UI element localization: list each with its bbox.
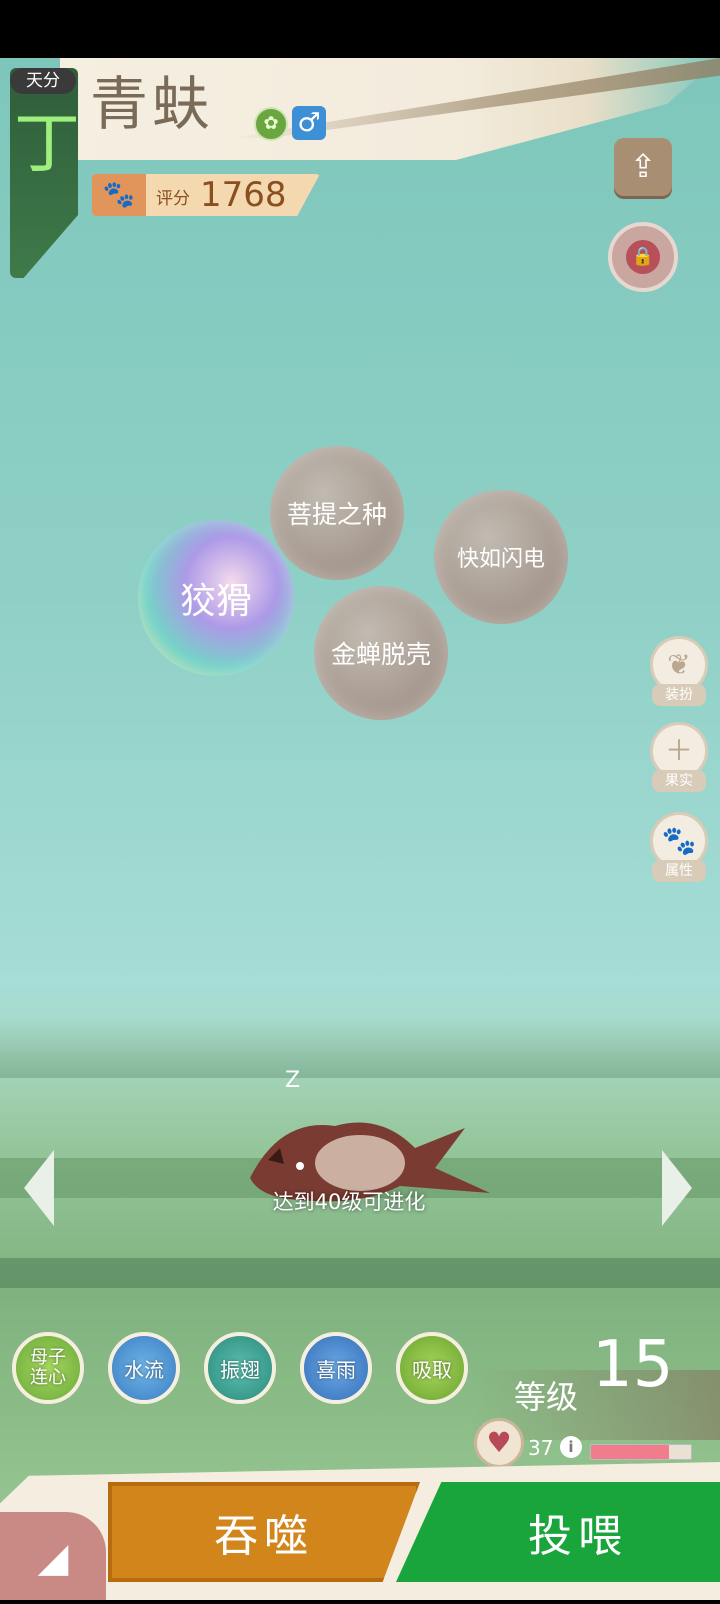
skill-label: 振翅 — [220, 1357, 260, 1382]
side-label: 装扮 — [652, 684, 706, 706]
next-pet-arrow[interactable] — [662, 1150, 692, 1226]
skill-label: 喜雨 — [316, 1357, 356, 1382]
skill-button[interactable]: 母子连心 — [12, 1332, 84, 1404]
pet-name: 青蚨 — [90, 70, 215, 138]
sleep-mark: Z — [285, 1068, 301, 1093]
share-button[interactable]: ⇪ — [614, 138, 672, 196]
heart-icon: ♥ — [474, 1418, 524, 1468]
hunger-value: 37 — [528, 1436, 554, 1460]
male-gender-icon: ♂ — [292, 106, 326, 140]
skill-label: 母子连心 — [30, 1347, 66, 1388]
prev-pet-arrow[interactable] — [24, 1150, 54, 1226]
corner-logo-button[interactable]: ◢ — [0, 1512, 106, 1600]
grass-band-dark — [0, 1258, 720, 1288]
skill-button[interactable]: 水流 — [108, 1332, 180, 1404]
side-button-dress[interactable]: ❦ 装扮 — [650, 636, 710, 706]
logo-icon: ◢ — [37, 1535, 69, 1581]
side-button-attributes[interactable]: 🐾 属性 — [650, 812, 710, 882]
skill-button[interactable]: 振翅 — [204, 1332, 276, 1404]
rank-tag: 天分 — [10, 68, 76, 94]
status-bar — [0, 0, 720, 58]
rank-letter: 丁 — [14, 105, 80, 182]
trait-bubble[interactable]: 菩提之种 — [270, 446, 404, 580]
skill-button[interactable]: 吸取 — [396, 1332, 468, 1404]
leaf-element-icon[interactable]: ✿ — [254, 107, 288, 141]
trait-bubble-special[interactable]: 狡猾 — [138, 520, 294, 676]
skill-label: 水流 — [124, 1357, 164, 1382]
trait-bubble[interactable]: 金蝉脱壳 — [314, 586, 448, 720]
share-icon: ⇪ — [629, 147, 657, 185]
skill-button[interactable]: 喜雨 — [300, 1332, 372, 1404]
hunger-fill — [591, 1445, 669, 1459]
paw-icon: 🐾 — [92, 174, 146, 216]
side-label: 属性 — [652, 860, 706, 882]
side-label: 果实 — [652, 770, 706, 792]
devour-button[interactable]: 吞噬 — [108, 1482, 420, 1582]
info-icon[interactable]: i — [560, 1436, 582, 1458]
score-value: 1768 — [200, 175, 287, 215]
trait-bubble[interactable]: 快如闪电 — [434, 490, 568, 624]
skill-label: 吸取 — [412, 1357, 452, 1382]
level-value: 15 — [592, 1328, 674, 1402]
distant-hills — [0, 1018, 720, 1078]
feed-button[interactable]: 投喂 — [396, 1482, 720, 1582]
hunger-bar — [590, 1444, 692, 1460]
score-label: 评分 — [156, 189, 190, 209]
side-button-fruit[interactable]: ＋ 果实 — [650, 722, 710, 792]
level-label: 等级 — [514, 1378, 579, 1416]
lock-icon: 🔒 — [626, 240, 660, 274]
evolve-hint: 达到40级可进化 — [272, 1190, 426, 1214]
